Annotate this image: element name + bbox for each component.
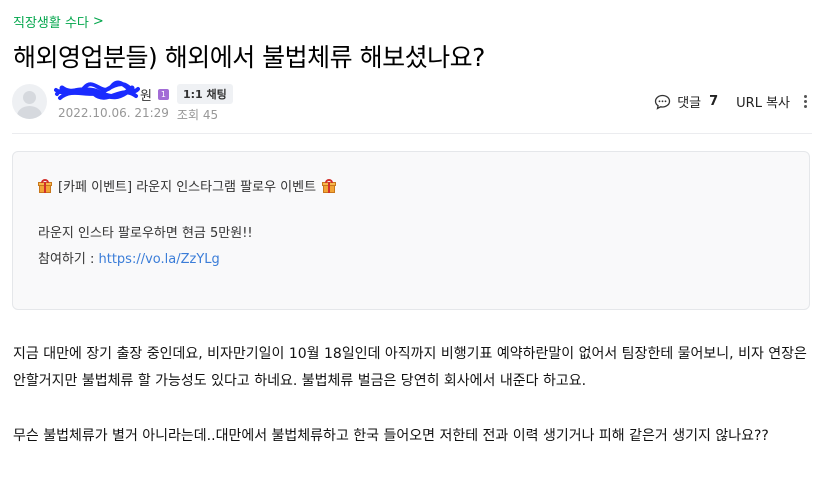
board-name: 직장생활 수다 [13, 16, 89, 31]
notice-box: [카페 이벤트] 라운지 인스타그램 팔로우 이벤트 라운지 인스타 팔로우하면… [12, 151, 810, 310]
notice-link-label: 참여하기 : [38, 252, 99, 267]
redaction-scribble [54, 80, 140, 100]
member-level-badge: 1 [157, 88, 169, 100]
author-row: 원 1 1:1 채팅 [54, 80, 233, 104]
comment-count: 7 [709, 94, 719, 109]
event-link[interactable]: https://vo.la/ZzYLg [99, 252, 220, 267]
url-copy-button[interactable]: URL 복사 [736, 92, 790, 111]
chat-button[interactable]: 1:1 채팅 [176, 84, 233, 104]
notice-title-row: [카페 이벤트] 라운지 인스타그램 팔로우 이벤트 [38, 176, 337, 195]
notice-text: 라운지 인스타 팔로우하면 현금 5만원!! [38, 226, 253, 241]
post-paragraph-2: 무슨 불법체류가 별거 아니라는데..대만에서 불법체류하고 한국 들어오면 저… [13, 428, 769, 444]
gift-icon [38, 178, 52, 193]
post-date: 2022.10.06. 21:29 [58, 106, 169, 120]
post-title: 해외영업분들) 해외에서 불법체류 해보셨나요? [13, 43, 485, 72]
header-divider [12, 133, 812, 134]
more-vertical-icon[interactable] [804, 95, 807, 108]
notice-link-row: 참여하기 : https://vo.la/ZzYLg [38, 248, 220, 267]
notice-title: [카페 이벤트] 라운지 인스타그램 팔로우 이벤트 [58, 180, 317, 195]
gift-icon [322, 178, 337, 193]
comment-label: 댓글 [677, 96, 702, 111]
default-avatar-icon[interactable] [12, 84, 47, 119]
post-tools: 댓글 7 URL 복사 [654, 92, 807, 111]
author-name[interactable]: 원 [140, 85, 152, 104]
view-count: 조회 45 [176, 108, 219, 122]
post-paragraph-1: 지금 대만에 장기 출장 중인데요, 비자만기일이 10월 18일인데 아직까지… [13, 346, 807, 389]
board-breadcrumb-link[interactable]: 직장생활 수다 > [13, 12, 104, 31]
comment-button[interactable]: 댓글 7 [654, 92, 718, 111]
comment-icon [655, 94, 671, 110]
chevron-right-icon: > [92, 14, 104, 29]
post-meta: 2022.10.06. 21:29 조회 45 [58, 106, 218, 123]
